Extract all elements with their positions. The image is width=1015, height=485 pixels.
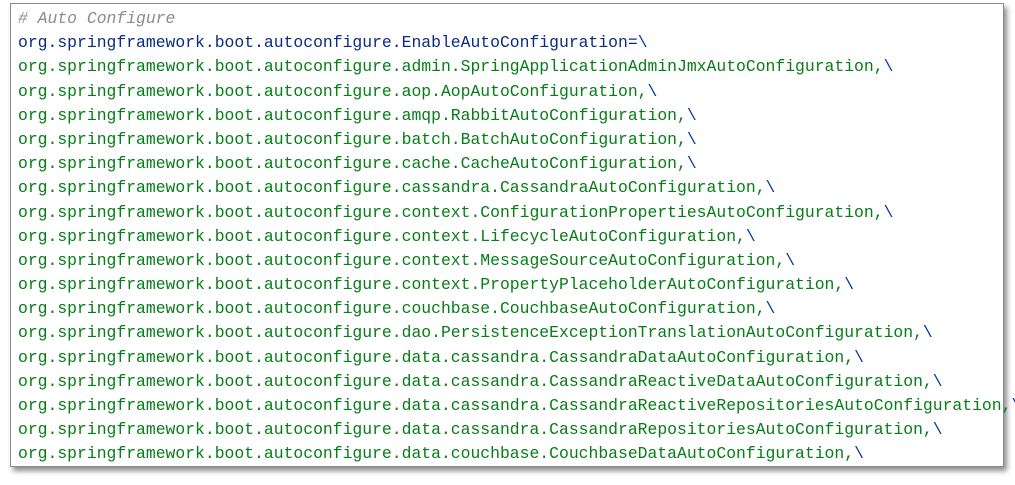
property-value-line: org.springframework.boot.autoconfigure.a…: [18, 80, 1015, 104]
property-value-line: org.springframework.boot.autoconfigure.c…: [18, 297, 1015, 321]
line-continuation: \: [647, 81, 658, 101]
line-continuation: \: [883, 57, 894, 77]
line-continuation: \: [932, 420, 943, 440]
line-continuation: \: [765, 299, 776, 319]
property-value: org.springframework.boot.autoconfigure.d…: [18, 396, 1012, 415]
property-value-line: org.springframework.boot.autoconfigure.c…: [18, 152, 1015, 176]
line-continuation: \: [932, 371, 943, 391]
property-value: org.springframework.boot.autoconfigure.c…: [18, 299, 766, 319]
property-value: org.springframework.boot.autoconfigure.c…: [18, 202, 884, 222]
property-value-line: org.springframework.boot.autoconfigure.c…: [18, 176, 1015, 200]
property-key: org.springframework.boot.autoconfigure.E…: [18, 33, 628, 53]
line-continuation: \: [883, 202, 894, 222]
line-continuation: \: [686, 129, 697, 149]
property-value: org.springframework.boot.autoconfigure.c…: [18, 178, 766, 198]
comment-line: # Auto Configure: [18, 9, 176, 28]
line-continuation: \: [922, 323, 933, 343]
code-block: # Auto Configure org.springframework.boot…: [18, 7, 1015, 467]
line-continuation: \: [637, 33, 648, 53]
property-value: org.springframework.boot.autoconfigure.c…: [18, 154, 687, 174]
property-value: org.springframework.boot.autoconfigure.d…: [18, 371, 933, 391]
code-snippet-panel: # Auto Configure org.springframework.boot…: [10, 3, 1015, 467]
line-continuation: \: [854, 347, 864, 367]
property-value: org.springframework.boot.autoconfigure.c…: [18, 226, 746, 246]
property-value-line: org.springframework.boot.autoconfigure.a…: [18, 55, 1015, 79]
property-value-line: org.springframework.boot.autoconfigure.d…: [18, 370, 1015, 394]
property-value-line: org.springframework.boot.autoconfigure.d…: [18, 321, 1015, 345]
property-value: org.springframework.boot.autoconfigure.d…: [18, 420, 933, 440]
property-value-line: org.springframework.boot.autoconfigure.a…: [18, 104, 1015, 128]
property-value: org.springframework.boot.autoconfigure.c…: [18, 250, 786, 270]
property-value: org.springframework.boot.autoconfigure.a…: [18, 81, 648, 101]
property-key-line: org.springframework.boot.autoconfigure.E…: [18, 31, 1015, 55]
property-value: org.springframework.boot.autoconfigure.a…: [18, 57, 884, 77]
property-value: org.springframework.boot.autoconfigure.b…: [18, 129, 687, 149]
property-value: org.springframework.boot.autoconfigure.d…: [18, 444, 855, 464]
line-continuation: \: [686, 105, 697, 125]
property-value: org.springframework.boot.autoconfigure.d…: [18, 323, 923, 343]
line-continuation: \: [686, 154, 697, 174]
property-value-line: org.springframework.boot.autoconfigure.d…: [18, 346, 1015, 370]
line-continuation: \: [854, 444, 864, 464]
line-continuation: \: [844, 275, 855, 295]
property-value-line: org.springframework.boot.autoconfigure.d…: [18, 418, 1015, 442]
property-value-line: org.springframework.boot.autoconfigure.c…: [18, 225, 1015, 249]
property-value: org.springframework.boot.autoconfigure.d…: [18, 347, 855, 367]
line-continuation: \: [785, 250, 796, 270]
line-continuation: \: [765, 178, 776, 198]
property-value-line: org.springframework.boot.autoconfigure.b…: [18, 128, 1015, 152]
property-value-line: org.springframework.boot.autoconfigure.c…: [18, 273, 1015, 297]
property-value-line: org.springframework.boot.autoconfigure.c…: [18, 201, 1015, 225]
property-value-line: org.springframework.boot.autoconfigure.c…: [18, 249, 1015, 273]
property-value: org.springframework.boot.autoconfigure.a…: [18, 105, 687, 125]
property-value: org.springframework.boot.autoconfigure.c…: [18, 275, 845, 295]
line-continuation: \: [745, 226, 756, 246]
line-continuation: \: [1011, 396, 1015, 415]
property-value-line: org.springframework.boot.autoconfigure.d…: [18, 442, 1015, 466]
property-value-line: org.springframework.boot.autoconfigure.d…: [18, 394, 1015, 418]
property-separator: =: [627, 33, 638, 53]
